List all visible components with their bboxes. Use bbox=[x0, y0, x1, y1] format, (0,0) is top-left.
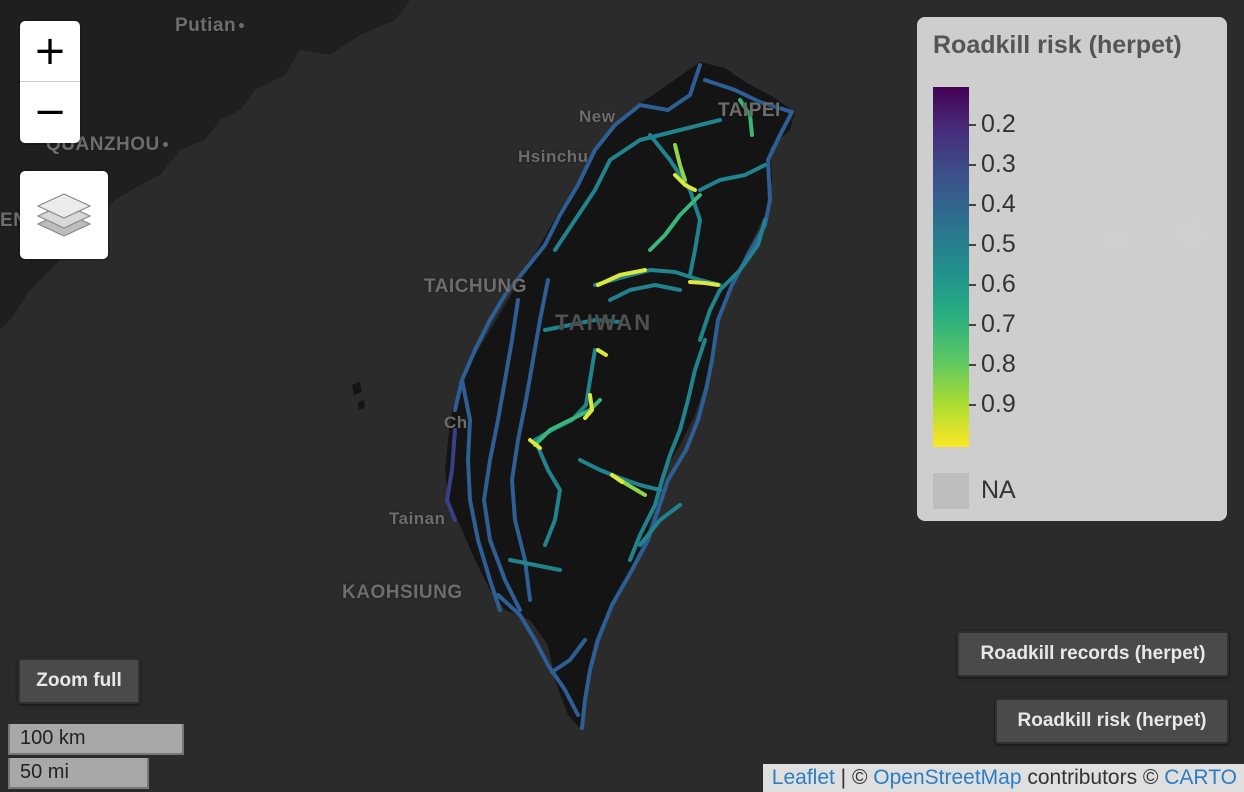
legend-panel: Roadkill risk (herpet) 0.2 0.3 0.4 0.5 0.6 0.… bbox=[917, 17, 1227, 521]
legend-na-label: NA bbox=[981, 476, 1016, 504]
legend-tick-mark bbox=[969, 204, 976, 206]
zoom-control: + − bbox=[20, 21, 80, 143]
legend-tick-label: 0.2 bbox=[981, 110, 1016, 138]
zoom-in-button[interactable]: + bbox=[20, 21, 80, 81]
city-dot bbox=[239, 23, 245, 29]
place-label-hsinchu: Hsinchu bbox=[518, 147, 589, 166]
zoom-full-button[interactable]: Zoom full bbox=[18, 658, 140, 704]
place-label-kaohsiung: KAOHSIUNG bbox=[342, 582, 463, 603]
layers-control-button[interactable] bbox=[20, 171, 108, 259]
legend-tick-mark bbox=[969, 284, 976, 286]
place-label-tainan: Tainan bbox=[389, 509, 446, 528]
leaflet-link[interactable]: Leaflet bbox=[772, 766, 835, 789]
roadkill-risk-layer-button[interactable]: Roadkill risk (herpet) bbox=[995, 698, 1229, 744]
attribution-separator: | © bbox=[834, 766, 874, 789]
city-dot bbox=[162, 142, 168, 148]
place-label-taichung: TAICHUNG bbox=[424, 276, 527, 297]
legend-na-swatch bbox=[933, 473, 969, 509]
legend-color-ramp bbox=[933, 87, 969, 447]
legend-tick-mark bbox=[969, 364, 976, 366]
scale-bar-mi: 50 mi bbox=[8, 758, 149, 789]
roadkill-records-layer-button[interactable]: Roadkill records (herpet) bbox=[957, 631, 1229, 677]
zoom-out-button[interactable]: − bbox=[20, 81, 80, 142]
legend-tick-label: 0.3 bbox=[981, 150, 1016, 178]
legend-tick-label: 0.8 bbox=[981, 350, 1016, 378]
carto-link[interactable]: CARTO bbox=[1164, 766, 1237, 789]
legend-tick-label: 0.5 bbox=[981, 230, 1016, 258]
legend-tick-label: 0.6 bbox=[981, 270, 1016, 298]
legend-tick-mark bbox=[969, 404, 976, 406]
legend-tick-label: 0.7 bbox=[981, 310, 1016, 338]
legend-tick-label: 0.9 bbox=[981, 390, 1016, 418]
legend-tick-label: 0.4 bbox=[981, 190, 1016, 218]
attribution-contributors: contributors © bbox=[1021, 766, 1165, 789]
scale-bar-km: 100 km bbox=[8, 724, 184, 755]
legend-title: Roadkill risk (herpet) bbox=[933, 31, 1182, 59]
map-attribution: Leaflet | © OpenStreetMap contributors ©… bbox=[762, 764, 1244, 792]
legend-tick-mark bbox=[969, 244, 976, 246]
place-label-taiwan: TAIWAN bbox=[555, 310, 653, 335]
place-label-new-taipei: New bbox=[579, 107, 616, 126]
place-label-taipei: TAIPEI bbox=[718, 100, 781, 121]
legend-tick-mark bbox=[969, 124, 976, 126]
legend-tick-mark bbox=[969, 164, 976, 166]
openstreetmap-link[interactable]: OpenStreetMap bbox=[873, 766, 1021, 789]
place-label-chiayi: Ch bbox=[444, 413, 468, 432]
legend-tick-mark bbox=[969, 324, 976, 326]
layers-icon bbox=[36, 193, 92, 237]
place-label-putian: Putian bbox=[175, 15, 245, 37]
